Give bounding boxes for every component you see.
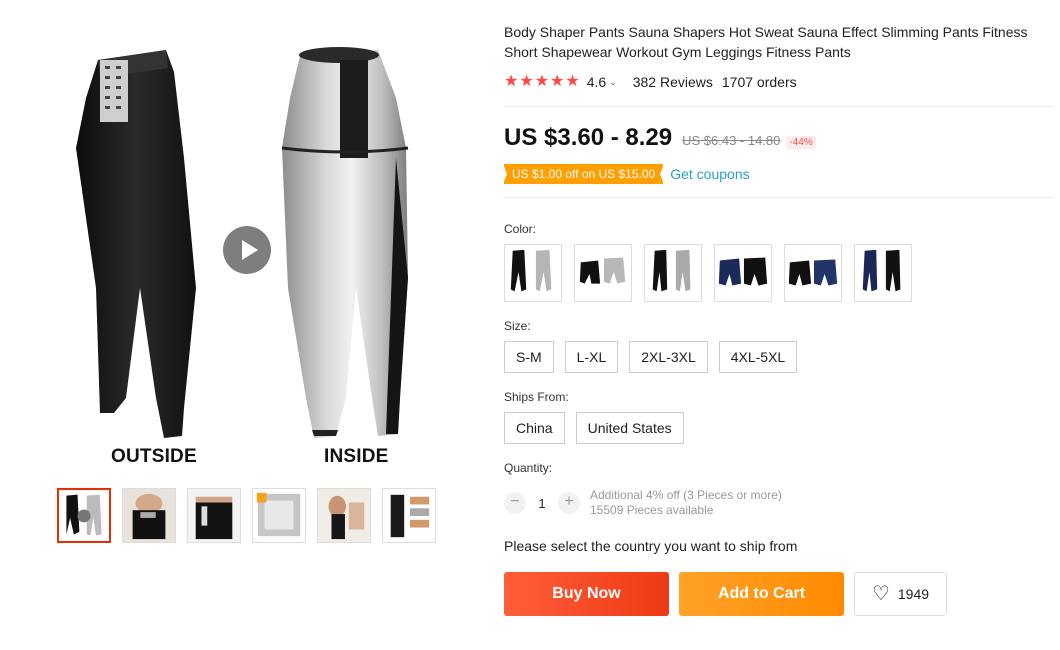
color-swatch-5[interactable] [784, 244, 842, 302]
discount-badge: -44% [786, 136, 816, 149]
product-title: Body Shaper Pants Sauna Shapers Hot Swea… [504, 24, 1028, 60]
size-option-4xl-5xl[interactable]: 4XL-5XL [718, 341, 798, 373]
color-swatch-6[interactable] [854, 244, 912, 302]
size-option-s-m[interactable]: S-M [504, 341, 554, 373]
rating-stars: ★ ★ ★ ★ ★ [504, 74, 580, 90]
play-icon[interactable] [223, 226, 271, 274]
add-to-cart-button[interactable]: Add to Cart [679, 572, 844, 616]
caption-outside: OUTSIDE [111, 446, 197, 467]
quantity-input[interactable]: 1 [526, 496, 558, 511]
color-swatch-4[interactable] [714, 244, 772, 302]
heart-icon: ♡ [871, 583, 890, 605]
thumbnail-2[interactable] [122, 488, 176, 543]
main-product-image[interactable]: OUTSIDE INSIDE [56, 38, 440, 478]
thumbnail-6[interactable] [382, 488, 436, 543]
star-icon: ★ [565, 73, 580, 90]
color-swatch-2[interactable] [574, 244, 632, 302]
color-swatch-3[interactable] [644, 244, 702, 302]
quantity-decrease-button[interactable]: − [504, 492, 526, 514]
quantity-stepper: − 1 + Additional 4% off (3 Pieces or mor… [504, 488, 782, 518]
quantity-label: Quantity: [504, 461, 553, 475]
stock-note: 15509 Pieces available [590, 503, 714, 517]
thumbnail-strip [57, 488, 436, 543]
price-row: US $3.60 - 8.29 US $6.43 - 14.80 -44% [504, 124, 1056, 152]
current-price: US $3.60 - 8.29 [504, 124, 673, 151]
buy-now-button[interactable]: Buy Now [504, 572, 669, 616]
thumbnail-4[interactable] [252, 488, 306, 543]
thumbnail-1[interactable] [57, 488, 111, 543]
color-swatch-1[interactable] [504, 244, 562, 302]
product-info: Body Shaper Pants Sauna Shapers Hot Swea… [502, 22, 1056, 616]
color-label: Color: [504, 222, 537, 236]
star-icon: ★ [534, 73, 550, 90]
ships-from-label: Ships From: [504, 390, 569, 404]
wishlist-count: 1949 [897, 586, 930, 602]
size-option-l-xl[interactable]: L-XL [564, 341, 619, 373]
caption-inside: INSIDE [324, 446, 389, 467]
star-icon: ★ [550, 73, 565, 90]
thumbnail-3[interactable] [187, 488, 241, 543]
size-label: Size: [504, 319, 531, 333]
orders-count: 1707 orders [721, 74, 797, 90]
quantity-increase-button[interactable]: + [558, 492, 580, 514]
wishlist-button[interactable]: ♡ 1949 [854, 572, 947, 616]
ship-country-note: Please select the country you want to sh… [504, 538, 798, 554]
coupon-tag[interactable]: US $1.00 off on US $15.00 [502, 164, 665, 184]
coupon-row: US $1.00 off on US $15.00 Get coupons [502, 164, 1056, 184]
bulk-discount-note: Additional 4% off (3 Pieces or more) [590, 488, 782, 502]
size-options: S-M L-XL 2XL-3XL 4XL-5XL [504, 341, 798, 373]
get-coupons-link[interactable]: Get coupons [670, 166, 749, 182]
chevron-down-icon: ⌄ [609, 76, 617, 87]
ships-from-china[interactable]: China [504, 412, 565, 444]
action-buttons: Buy Now Add to Cart ♡ 1949 [504, 572, 947, 616]
rating-value[interactable]: 4.6 ⌄ [587, 74, 617, 90]
ships-from-options: China United States [504, 412, 684, 444]
size-option-2xl-3xl[interactable]: 2XL-3XL [629, 341, 708, 373]
quantity-notes: Additional 4% off (3 Pieces or more) 155… [590, 488, 782, 518]
star-icon: ★ [519, 73, 534, 90]
thumbnail-5[interactable] [317, 488, 371, 543]
reviews-link[interactable]: 382 Reviews [633, 74, 713, 90]
rating-number: 4.6 [586, 74, 607, 90]
divider [504, 197, 1054, 198]
star-icon: ★ [504, 73, 519, 90]
original-price: US $6.43 - 14.80 [682, 133, 781, 148]
ships-from-united-states[interactable]: United States [575, 412, 684, 444]
rating-row: ★ ★ ★ ★ ★ 4.6 ⌄ 382 Reviews 1707 orders [504, 72, 1056, 92]
color-swatches [504, 244, 912, 302]
divider [504, 106, 1054, 107]
